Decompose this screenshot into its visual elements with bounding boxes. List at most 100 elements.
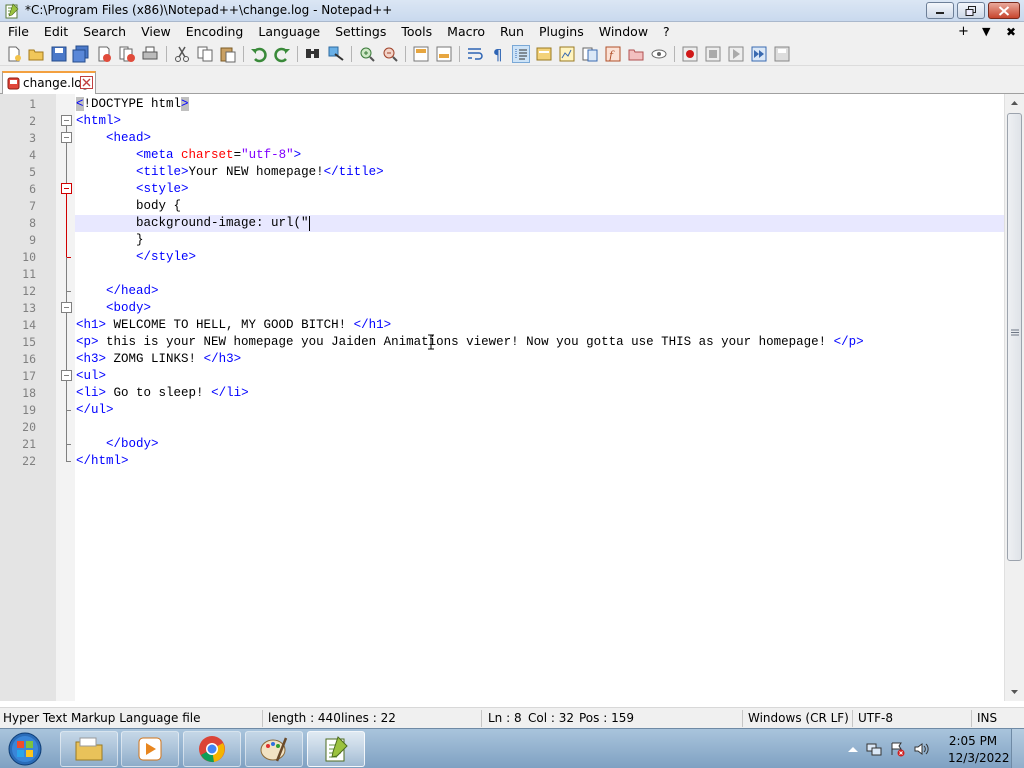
volume-icon[interactable] bbox=[913, 741, 929, 757]
taskbar-file-explorer[interactable] bbox=[60, 731, 118, 767]
code-line[interactable]: 20 bbox=[0, 419, 1004, 436]
replace-button[interactable] bbox=[327, 45, 345, 63]
menu-run[interactable]: Run bbox=[492, 22, 531, 42]
menu-encoding[interactable]: Encoding bbox=[178, 22, 251, 42]
clock-date[interactable]: 12/3/2022 bbox=[948, 751, 1010, 765]
show-hidden-icons-icon[interactable] bbox=[845, 741, 861, 757]
sync-vertical-button[interactable] bbox=[412, 45, 430, 63]
scroll-down-arrow-icon[interactable] bbox=[1005, 684, 1024, 701]
code-line[interactable]: 16 <h3> ZOMG LINKS! </h3> bbox=[0, 351, 1004, 368]
folder-workspace-button[interactable] bbox=[627, 45, 645, 63]
code-line[interactable]: 17 <ul> bbox=[0, 368, 1004, 385]
monitoring-button[interactable] bbox=[650, 45, 668, 63]
code-line[interactable]: 3 <head> bbox=[0, 130, 1004, 147]
zoom-out-button[interactable] bbox=[381, 45, 399, 63]
taskbar-media-player[interactable] bbox=[121, 731, 179, 767]
close-all-button[interactable] bbox=[118, 45, 136, 63]
code-line[interactable]: 19 </ul> bbox=[0, 402, 1004, 419]
print-button[interactable] bbox=[141, 45, 159, 63]
fold-toggle-html[interactable] bbox=[61, 115, 72, 126]
paste-button[interactable] bbox=[219, 45, 237, 63]
tab-close-icon[interactable] bbox=[80, 76, 93, 89]
windows-start-icon[interactable] bbox=[3, 731, 47, 767]
run-macro-multiple-button[interactable] bbox=[750, 45, 768, 63]
close-document-button[interactable]: ✖ bbox=[1006, 22, 1016, 42]
close-file-button[interactable] bbox=[95, 45, 113, 63]
scrollbar-thumb[interactable] bbox=[1007, 113, 1022, 561]
show-all-chars-button[interactable]: ¶ bbox=[489, 45, 507, 63]
play-macro-button[interactable] bbox=[727, 45, 745, 63]
fold-toggle-body[interactable] bbox=[61, 302, 72, 313]
code-line[interactable]: 10 </style> bbox=[0, 249, 1004, 266]
code-line[interactable]: 6 <style> bbox=[0, 181, 1004, 198]
menu-view[interactable]: View bbox=[133, 22, 178, 42]
menu-search[interactable]: Search bbox=[75, 22, 133, 42]
stop-macro-button[interactable] bbox=[704, 45, 722, 63]
status-eol-format[interactable]: Windows (CR LF) bbox=[748, 711, 849, 725]
new-file-button[interactable] bbox=[5, 45, 23, 63]
code-line[interactable]: 2 <html> bbox=[0, 113, 1004, 130]
menu-tools[interactable]: Tools bbox=[393, 22, 439, 42]
function-list-button[interactable]: f bbox=[604, 45, 622, 63]
title-bar[interactable]: *C:\Program Files (x86)\Notepad++\change… bbox=[0, 0, 1024, 22]
zoom-in-button[interactable] bbox=[358, 45, 376, 63]
save-all-button[interactable] bbox=[72, 45, 90, 63]
code-line[interactable]: 8 background-image: url(" bbox=[29, 215, 1004, 232]
fold-toggle-head[interactable] bbox=[61, 132, 72, 143]
copy-button[interactable] bbox=[196, 45, 214, 63]
word-wrap-button[interactable] bbox=[466, 45, 484, 63]
menu-plugins[interactable]: Plugins bbox=[531, 22, 591, 42]
menu-settings[interactable]: Settings bbox=[327, 22, 393, 42]
menu-edit[interactable]: Edit bbox=[36, 22, 75, 42]
code-line[interactable]: 11 bbox=[0, 266, 1004, 283]
redo-button[interactable] bbox=[273, 45, 291, 63]
find-button[interactable] bbox=[304, 45, 322, 63]
record-macro-button[interactable] bbox=[681, 45, 699, 63]
status-encoding[interactable]: UTF-8 bbox=[858, 711, 893, 725]
save-button[interactable] bbox=[50, 45, 68, 63]
code-line[interactable]: 12 </head> bbox=[0, 283, 1004, 300]
language-button[interactable] bbox=[535, 45, 553, 63]
undo-button[interactable] bbox=[250, 45, 268, 63]
minimize-button[interactable] bbox=[926, 2, 954, 19]
document-map-button[interactable] bbox=[581, 45, 599, 63]
code-line[interactable]: 7 body { bbox=[0, 198, 1004, 215]
code-editor[interactable]: 1 <!DOCTYPE html> 2 <html> 3 <head> 4 <meta c… bbox=[0, 94, 1024, 701]
close-button[interactable] bbox=[988, 2, 1020, 19]
menu-window[interactable]: Window bbox=[591, 22, 655, 42]
code-line[interactable]: 1 <!DOCTYPE html> bbox=[0, 96, 1004, 113]
save-macro-button[interactable] bbox=[773, 45, 791, 63]
show-desktop-button[interactable] bbox=[1011, 729, 1024, 768]
folder-as-workspace-button[interactable] bbox=[558, 45, 576, 63]
cut-button[interactable] bbox=[173, 45, 191, 63]
fold-toggle-ul[interactable] bbox=[61, 370, 72, 381]
menu-file[interactable]: File bbox=[0, 22, 36, 42]
fold-toggle-style[interactable] bbox=[61, 183, 72, 194]
code-line[interactable]: 5 <title>Your NEW homepage!</title> bbox=[0, 164, 1004, 181]
status-insert-mode[interactable]: INS bbox=[977, 711, 997, 725]
code-line[interactable]: 18 <li> Go to sleep! </li> bbox=[0, 385, 1004, 402]
sync-horizontal-button[interactable] bbox=[435, 45, 453, 63]
code-line[interactable]: 4 <meta charset="utf-8"> bbox=[0, 147, 1004, 164]
code-line[interactable]: 9 } bbox=[0, 232, 1004, 249]
network-icon[interactable] bbox=[866, 741, 882, 757]
code-line[interactable]: 13 <body> bbox=[0, 300, 1004, 317]
taskbar-chrome[interactable] bbox=[183, 731, 241, 767]
menu-macro[interactable]: Macro bbox=[439, 22, 492, 42]
vertical-scrollbar[interactable] bbox=[1004, 94, 1024, 701]
code-line[interactable]: 22 </html> bbox=[0, 453, 1004, 470]
code-line[interactable]: 21 </body> bbox=[0, 436, 1004, 453]
tab-list-dropdown-button[interactable]: ▼ bbox=[982, 22, 990, 42]
indent-guide-button[interactable] bbox=[512, 45, 530, 63]
scroll-up-arrow-icon[interactable] bbox=[1005, 94, 1024, 111]
clock-time[interactable]: 2:05 PM bbox=[948, 734, 998, 748]
taskbar-notepad-plus-plus[interactable] bbox=[307, 731, 365, 767]
tab-change-log[interactable]: change.log bbox=[2, 71, 96, 94]
restore-button[interactable] bbox=[957, 2, 985, 19]
code-line[interactable]: 14 <h1> WELCOME TO HELL, MY GOOD BITCH! <… bbox=[0, 317, 1004, 334]
new-tab-plus-button[interactable]: + bbox=[958, 22, 969, 42]
taskbar-paint[interactable] bbox=[245, 731, 303, 767]
code-line[interactable]: 15 <p> this is your NEW homepage you Jaid… bbox=[0, 334, 1004, 351]
action-center-icon[interactable] bbox=[889, 741, 905, 757]
open-file-button[interactable] bbox=[27, 45, 45, 63]
